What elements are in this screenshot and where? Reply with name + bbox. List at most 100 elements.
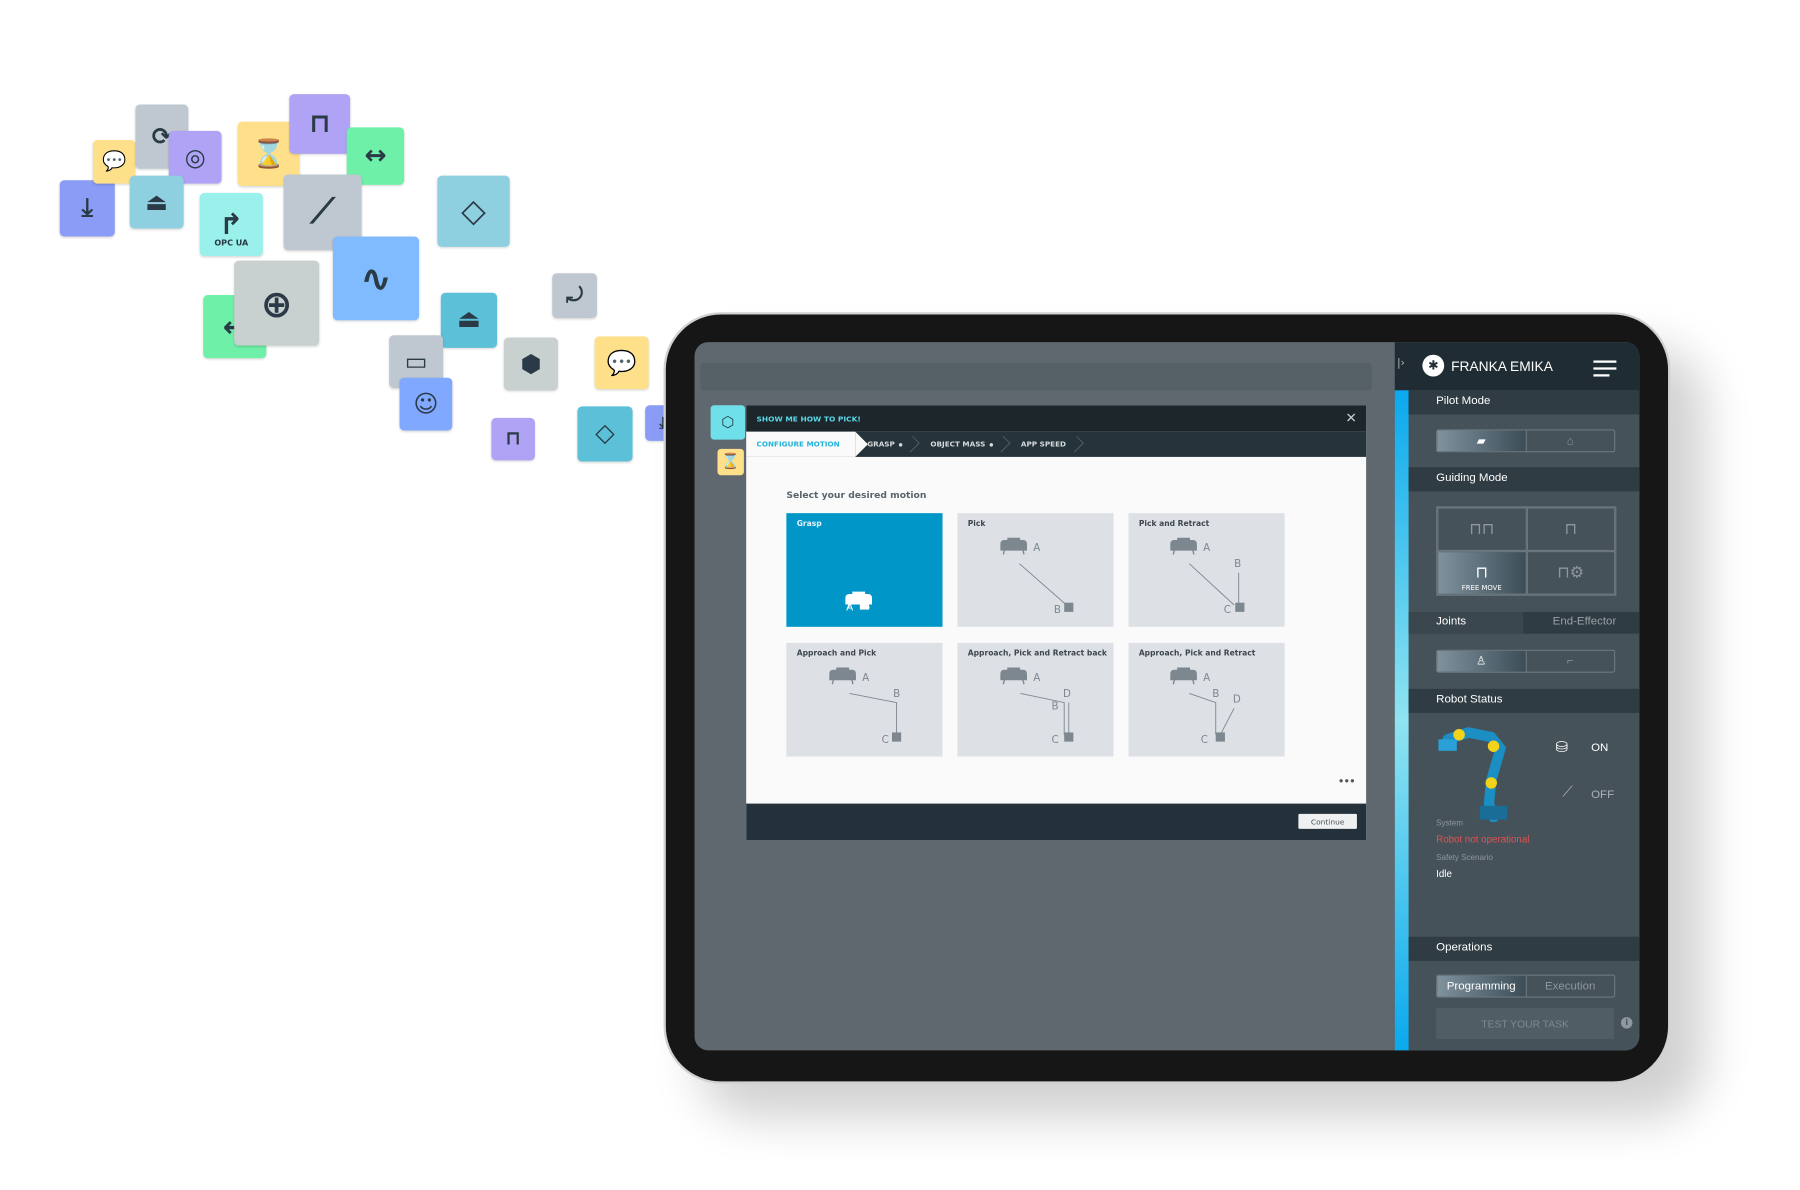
waypoint-label: A	[1203, 542, 1210, 554]
stop-switch-icon: ⟋	[1562, 782, 1573, 801]
opc-ua-icon: ↱	[219, 207, 244, 242]
tab-label: OBJECT MASS	[930, 440, 986, 449]
prompt-text: Select your desired motion	[786, 490, 927, 501]
free-move-icon[interactable]: ⊓ FREE MOVE	[1437, 551, 1527, 595]
tab-joints[interactable]: Joints	[1408, 611, 1523, 634]
motion-diagram: ABCD	[1170, 667, 1241, 746]
more-options-icon[interactable]: •••	[1338, 776, 1356, 789]
app-tile: ∿	[332, 236, 420, 321]
download-icon: ⤓	[81, 193, 93, 223]
app-tile: ⤓	[59, 180, 115, 237]
person-icon: ☺	[413, 389, 439, 418]
hourglass-app-icon[interactable]: ⌛	[717, 448, 744, 476]
motion-diagram: A B C	[829, 667, 902, 746]
programming-button[interactable]: Programming	[1437, 975, 1526, 997]
tab-label: APP SPEED	[1020, 440, 1067, 449]
test-task-button[interactable]: TEST YOUR TASK	[1436, 1007, 1615, 1039]
brakes-icon: ⛁	[1555, 738, 1569, 756]
app-tile: ⊓	[491, 417, 535, 461]
hamburger-menu-icon[interactable]	[1593, 360, 1617, 381]
close-icon[interactable]: ✕	[1345, 410, 1357, 426]
dialog-header: SHOW ME HOW TO PICK! ✕	[746, 405, 1367, 432]
collapse-icon[interactable]: |›	[1397, 358, 1405, 369]
robot-status-header: Robot Status	[1408, 688, 1640, 713]
safety-scenario-value: Idle	[1436, 867, 1452, 880]
gripper-app-icon[interactable]: ⬡	[710, 405, 746, 440]
robot-arm-icon: ⟋	[310, 191, 335, 232]
motion-card[interactable]: Approach and Pick A B C	[786, 642, 943, 757]
motion-card[interactable]: Approach, Pick and Retract A B C D	[1128, 642, 1285, 757]
motion-card[interactable]: Pick and Retract A B C	[1128, 513, 1285, 627]
app-tile: ⊕	[234, 260, 320, 346]
waypoint-label: A	[1033, 542, 1040, 554]
execution-button[interactable]: Execution	[1525, 975, 1614, 997]
waypoint-label: C	[1052, 734, 1059, 746]
cube-icon: ⬢	[520, 349, 542, 378]
wizard-steps: CONFIGURE MOTION GRASP OBJECT MASS APP S…	[746, 431, 1367, 457]
pilot-desk-icon[interactable]: ▰	[1437, 430, 1526, 452]
tab-object-mass[interactable]: OBJECT MASS	[919, 432, 1010, 457]
app-tile: ⤾	[552, 273, 597, 318]
robot-arm-image	[1438, 727, 1508, 822]
tab-grasp[interactable]: GRASP	[856, 432, 919, 457]
app-tile: ⬢	[503, 337, 558, 391]
waypoint-label: B	[1054, 604, 1061, 616]
keyboard-icon: ▭	[404, 347, 428, 375]
gripper-cube-icon: ◇	[461, 191, 486, 230]
rotate-icon: ⤾	[565, 282, 584, 308]
guiding-mode-grid: ⊓⊓ ⊓ ⊓ FREE MOVE ⊓⚙	[1436, 506, 1617, 596]
orbit-icon: ◎	[184, 142, 206, 171]
motion-diagram: A B C	[1170, 537, 1245, 616]
chat-lightning-icon: 💬	[102, 149, 127, 173]
motion-card[interactable]: Grasp A	[786, 513, 943, 627]
gripper-width-icon: ↔	[364, 140, 387, 171]
operations-toggle: Programming Execution	[1436, 974, 1616, 998]
status-dot	[899, 442, 903, 446]
waypoint-label: D	[1233, 694, 1241, 706]
waypoint-label: A	[1203, 672, 1210, 684]
app-tile: ↱ OPC UA	[199, 192, 263, 257]
waypoint-label: B	[893, 688, 900, 700]
pilot-hand-icon[interactable]: ⌂	[1525, 430, 1614, 452]
joint-unlock-icon[interactable]: ⌐	[1525, 650, 1614, 672]
user-defined-mode-icon[interactable]: ⊓⚙	[1526, 551, 1616, 595]
motion-card[interactable]: Approach, Pick and Retract back A B C D	[957, 642, 1114, 757]
app-tile: ◇	[437, 175, 510, 247]
continue-button[interactable]: Continue	[1298, 813, 1357, 829]
joints-tabs: Joints End-Effector	[1408, 611, 1640, 634]
motion-diagram: AB	[1000, 537, 1074, 616]
gripper-icon: ⊓	[309, 108, 331, 139]
status-stripe	[1394, 390, 1409, 1051]
path-icon: ∿	[360, 256, 392, 301]
waypoint-label: A	[1033, 672, 1040, 684]
rotation-mode-icon[interactable]: ⊓	[1526, 507, 1616, 552]
suction-cube-icon: ⏏	[457, 305, 481, 335]
motion-diagram: ABCD	[1000, 667, 1074, 746]
tab-label: CONFIGURE MOTION	[756, 440, 840, 449]
tile-label: OPC UA	[214, 238, 249, 248]
translation-mode-icon[interactable]: ⊓⊓	[1437, 507, 1527, 552]
safety-scenario-label: Safety Scenario	[1436, 854, 1493, 863]
waypoint-label: A	[862, 672, 869, 684]
motion-card[interactable]: Pick A B	[957, 513, 1114, 627]
tab-configure-motion[interactable]: CONFIGURE MOTION	[746, 431, 869, 457]
brakes-status: ON	[1591, 741, 1609, 755]
operations-header: Operations	[1408, 936, 1640, 961]
joint-lock-icon[interactable]: ♙	[1437, 650, 1526, 672]
app-tile: ⏏	[129, 175, 184, 229]
info-icon[interactable]: i	[1620, 1017, 1633, 1029]
top-bar	[700, 362, 1372, 391]
app-tile: ☺	[399, 377, 453, 431]
tab-end-effector[interactable]: End-Effector	[1522, 611, 1640, 634]
tab-app-speed[interactable]: APP SPEED	[1009, 432, 1082, 457]
waypoint-label: B	[1234, 558, 1241, 570]
free-move-label: FREE MOVE	[1461, 584, 1502, 593]
chat-lightning-icon: 💬	[606, 348, 637, 376]
sidebar: |› ✱ FRANKA EMIKA Pilot Mode ▰ ⌂ Guiding…	[1394, 342, 1640, 1051]
app-tile: 💬	[92, 140, 136, 184]
dialog-body: Select your desired motion Grasp A Pick A B P…	[746, 457, 1366, 804]
sidebar-header: |› ✱ FRANKA EMIKA	[1394, 342, 1640, 391]
waypoint-label: C	[882, 734, 889, 746]
waypoint-label: B	[1212, 688, 1219, 700]
franka-logo-icon: ✱	[1422, 354, 1445, 377]
